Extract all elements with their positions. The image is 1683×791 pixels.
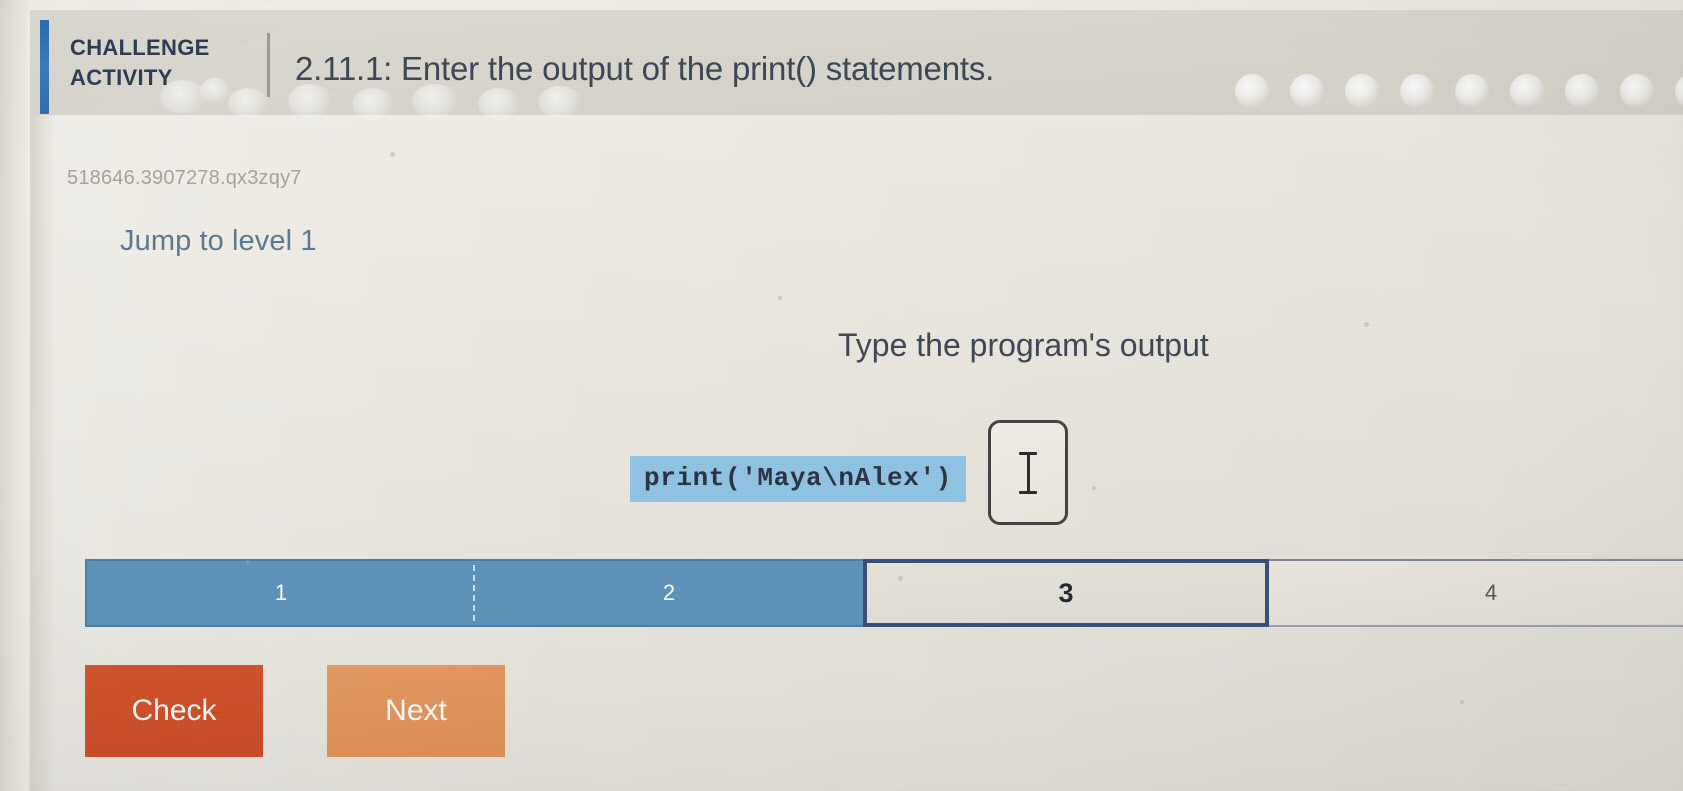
progress-segment-label: 2 [662, 580, 676, 605]
header-accent-bar [40, 20, 49, 114]
glare-circle-icon [1620, 74, 1654, 108]
action-buttons: Check Next [85, 665, 505, 757]
progress-segment-4[interactable]: 4 [1269, 559, 1683, 627]
screenshot-page: CHALLENGE ACTIVITY 2.11.1: Enter the out… [0, 0, 1683, 791]
progress-segment-label: 3 [1058, 577, 1074, 608]
exercise-id: 518646.3907278.qx3zqy7 [67, 167, 302, 189]
activity-content: 518646.3907278.qx3zqy7 Jump to level 1 T… [30, 115, 1683, 791]
page-left-edge [0, 0, 28, 791]
challenge-activity-header: CHALLENGE ACTIVITY 2.11.1: Enter the out… [30, 10, 1683, 115]
progress-segment-label: 4 [1484, 580, 1498, 605]
glare-circle-icon [1235, 74, 1269, 108]
screen-glare-circles [1235, 70, 1683, 120]
level-progress-bar: 1 2 3 4 [85, 559, 1683, 627]
content-left-shade [30, 115, 56, 791]
progress-segment-2[interactable]: 2 [475, 559, 863, 627]
header-divider [267, 33, 270, 97]
progress-segment-label: 1 [274, 580, 288, 605]
jump-to-level-link[interactable]: Jump to level 1 [120, 225, 317, 258]
progress-segment-1[interactable]: 1 [85, 559, 475, 627]
next-button[interactable]: Next [327, 665, 505, 757]
check-button[interactable]: Check [85, 665, 263, 757]
glare-circle-icon [1345, 74, 1379, 108]
page-title: 2.11.1: Enter the output of the print() … [295, 50, 995, 87]
glare-circle-icon [1565, 74, 1599, 108]
glare-circle-icon [1675, 74, 1683, 108]
answer-input[interactable] [988, 420, 1068, 525]
glare-circle-icon [1510, 74, 1544, 108]
glare-circle-icon [1400, 74, 1434, 108]
glare-circle-icon [1290, 74, 1324, 108]
glare-circle-icon [1455, 74, 1489, 108]
challenge-activity-badge-line2: ACTIVITY [70, 65, 173, 90]
progress-segment-3[interactable]: 3 [863, 559, 1269, 627]
text-cursor-ibeam-icon [1019, 451, 1037, 494]
prompt-heading: Type the program's output [838, 327, 1209, 363]
challenge-activity-badge: CHALLENGE ACTIVITY [70, 33, 260, 93]
code-snippet: print('Maya\nAlex') [630, 456, 966, 502]
challenge-activity-badge-line1: CHALLENGE [70, 35, 210, 60]
